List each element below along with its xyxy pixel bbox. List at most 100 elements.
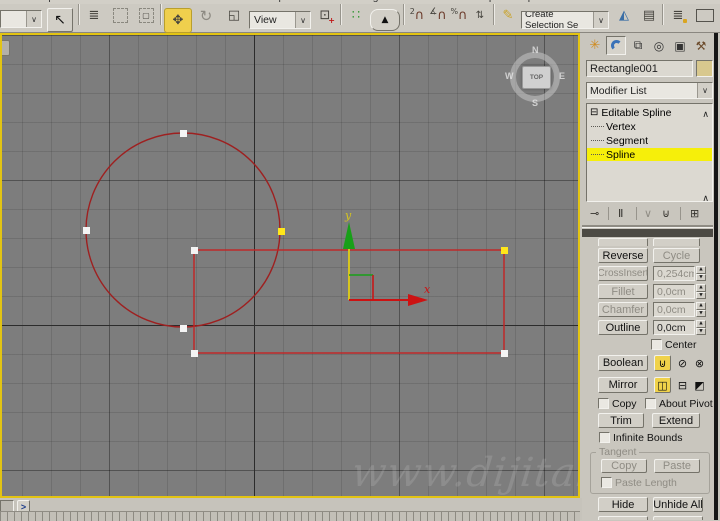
viewport-top[interactable]: y x N W E S TOP www.dijitaldev: [0, 33, 580, 498]
menu-customize[interactable]: Customize: [388, 0, 438, 3]
spinner-up-icon[interactable]: ▲: [696, 284, 706, 292]
spinner-up-icon[interactable]: ▲: [696, 302, 706, 310]
mirror-horizontal-toggle[interactable]: ◫: [654, 377, 671, 393]
compass-west-label[interactable]: W: [505, 71, 514, 81]
spinner-down-icon[interactable]: ▼: [696, 291, 706, 299]
menu-create[interactable]: Create: [104, 0, 136, 3]
boolean-union-toggle[interactable]: ⊍: [654, 355, 671, 371]
clipped-button-fragment[interactable]: [598, 516, 648, 520]
chevron-down-icon[interactable]: ∨: [295, 12, 310, 28]
chamfer-button[interactable]: Chamfer: [598, 302, 648, 317]
about-pivot-checkbox[interactable]: [645, 398, 656, 409]
vertex-handle[interactable]: [180, 130, 187, 137]
stack-row-segment[interactable]: Segment: [587, 134, 712, 147]
spinner-up-icon[interactable]: ▲: [696, 266, 706, 274]
center-checkbox[interactable]: [651, 339, 662, 350]
object-color-swatch[interactable]: [696, 60, 713, 77]
clipped-button-fragment[interactable]: [598, 238, 648, 246]
edit-named-sets-button[interactable]: ✎: [497, 4, 519, 27]
chevron-down-icon[interactable]: ∨: [697, 83, 712, 98]
layer-manager-button[interactable]: ≣: [666, 4, 690, 27]
curve-editor-button[interactable]: [692, 4, 718, 27]
snaps-toggle-button[interactable]: 2 ∩: [407, 4, 427, 27]
align-tool-button[interactable]: ▤: [637, 4, 661, 27]
chevron-down-icon[interactable]: ∨: [593, 12, 608, 28]
mirror-vertical-toggle[interactable]: ⊟: [675, 377, 690, 393]
compass-east-label[interactable]: E: [559, 71, 565, 81]
menu-help[interactable]: Help: [512, 0, 534, 3]
make-unique-icon[interactable]: ∨: [644, 207, 652, 220]
compass-south-label[interactable]: S: [532, 98, 538, 108]
menu-views[interactable]: Views: [66, 0, 94, 3]
tangent-paste-button[interactable]: Paste: [654, 459, 700, 473]
boolean-button[interactable]: Boolean: [598, 355, 648, 371]
menu-graph-editors[interactable]: Graph Editors: [261, 0, 326, 3]
scene-splines[interactable]: y x: [2, 35, 578, 496]
mirror-button[interactable]: Mirror: [598, 377, 648, 393]
reference-coordinate-dropdown[interactable]: View ∨: [249, 11, 311, 29]
object-name-field[interactable]: Rectangle001: [586, 60, 693, 77]
clipped-button-fragment[interactable]: [653, 516, 703, 520]
tab-motion[interactable]: ◎: [649, 36, 669, 55]
menu-modifiers[interactable]: Modifiers: [147, 0, 190, 3]
chamfer-spinner[interactable]: ▲ ▼: [696, 302, 706, 317]
menu-group[interactable]: Group: [25, 0, 54, 3]
vertex-handle-selected[interactable]: [278, 228, 285, 235]
mirror-both-toggle[interactable]: ◩: [692, 377, 707, 393]
viewcube[interactable]: N W E S TOP: [505, 45, 565, 109]
reverse-button[interactable]: Reverse: [598, 248, 648, 263]
fillet-button[interactable]: Fillet: [598, 284, 648, 299]
mirror-tool-button[interactable]: ◭: [612, 4, 636, 27]
modifier-list-dropdown[interactable]: Modifier List ∨: [586, 82, 713, 99]
show-end-result-icon[interactable]: Ⅱ: [618, 207, 623, 220]
select-by-name-button[interactable]: ≣: [82, 4, 106, 27]
vertex-handle[interactable]: [191, 350, 198, 357]
cross-insert-spinner[interactable]: ▲ ▼: [696, 266, 706, 281]
menu-maxscript[interactable]: MAXScript: [448, 0, 498, 3]
angle-snap-button[interactable]: ∡ ∩: [428, 4, 448, 27]
unhide-all-button[interactable]: Unhide All: [653, 497, 703, 512]
stack-chevron-icon[interactable]: ∧: [702, 194, 709, 201]
tangent-copy-button[interactable]: Copy: [601, 459, 647, 473]
select-scale-button[interactable]: ◱: [221, 4, 247, 27]
spinner-snap-button[interactable]: ⇅: [470, 4, 490, 27]
vertex-handle[interactable]: [83, 227, 90, 234]
stack-row-editable-spline[interactable]: ⊟ Editable Spline ∧: [587, 106, 712, 121]
collapse-box-icon[interactable]: ⊟: [590, 107, 598, 118]
select-move-button[interactable]: ✥: [164, 8, 192, 33]
keyboard-override-button[interactable]: ▲: [370, 9, 400, 31]
vertex-handle[interactable]: [501, 350, 508, 357]
rect-selection-region-button[interactable]: [108, 4, 132, 27]
stack-chevron-icon[interactable]: ∧: [702, 110, 709, 120]
select-manipulate-button[interactable]: ∷: [344, 4, 368, 27]
infinite-bounds-checkbox[interactable]: [599, 432, 610, 443]
selection-filter-dropdown[interactable]: ∨: [0, 10, 42, 28]
outline-value-field[interactable]: 0,0cm: [653, 320, 695, 335]
outline-spinner[interactable]: ▲ ▼: [696, 320, 706, 335]
spinner-up-icon[interactable]: ▲: [696, 320, 706, 328]
tab-create[interactable]: ✳: [585, 36, 605, 55]
vertex-handle-selected[interactable]: [501, 247, 508, 254]
select-rotate-button[interactable]: ↻: [193, 4, 219, 27]
boolean-subtract-toggle[interactable]: ⊘: [675, 355, 690, 371]
vertex-handle[interactable]: [191, 247, 198, 254]
trim-button[interactable]: Trim: [598, 413, 644, 428]
circle-spline[interactable]: [85, 132, 281, 328]
copy-checkbox[interactable]: [598, 398, 609, 409]
pin-stack-icon[interactable]: ⊸: [590, 207, 599, 220]
viewcube-top-face[interactable]: TOP: [522, 66, 551, 89]
stack-row-vertex[interactable]: Vertex: [587, 120, 712, 133]
vertex-handle[interactable]: [180, 325, 187, 332]
tab-display[interactable]: ▣: [670, 36, 690, 55]
panel-scrollbar[interactable]: [714, 33, 718, 520]
spinner-down-icon[interactable]: ▼: [696, 273, 706, 281]
boolean-intersect-toggle[interactable]: ⊗: [692, 355, 707, 371]
menu-tools[interactable]: Tools: [0, 0, 17, 3]
configure-modifier-sets-icon[interactable]: ⊞: [690, 207, 699, 220]
menu-animation[interactable]: Animation: [203, 0, 250, 3]
named-selection-set-dropdown[interactable]: Create Selection Se ∨: [521, 11, 609, 29]
fillet-spinner[interactable]: ▲ ▼: [696, 284, 706, 299]
chamfer-value-field[interactable]: 0,0cm: [653, 302, 695, 317]
hide-button[interactable]: Hide: [598, 497, 648, 512]
tab-modify[interactable]: [606, 36, 626, 55]
